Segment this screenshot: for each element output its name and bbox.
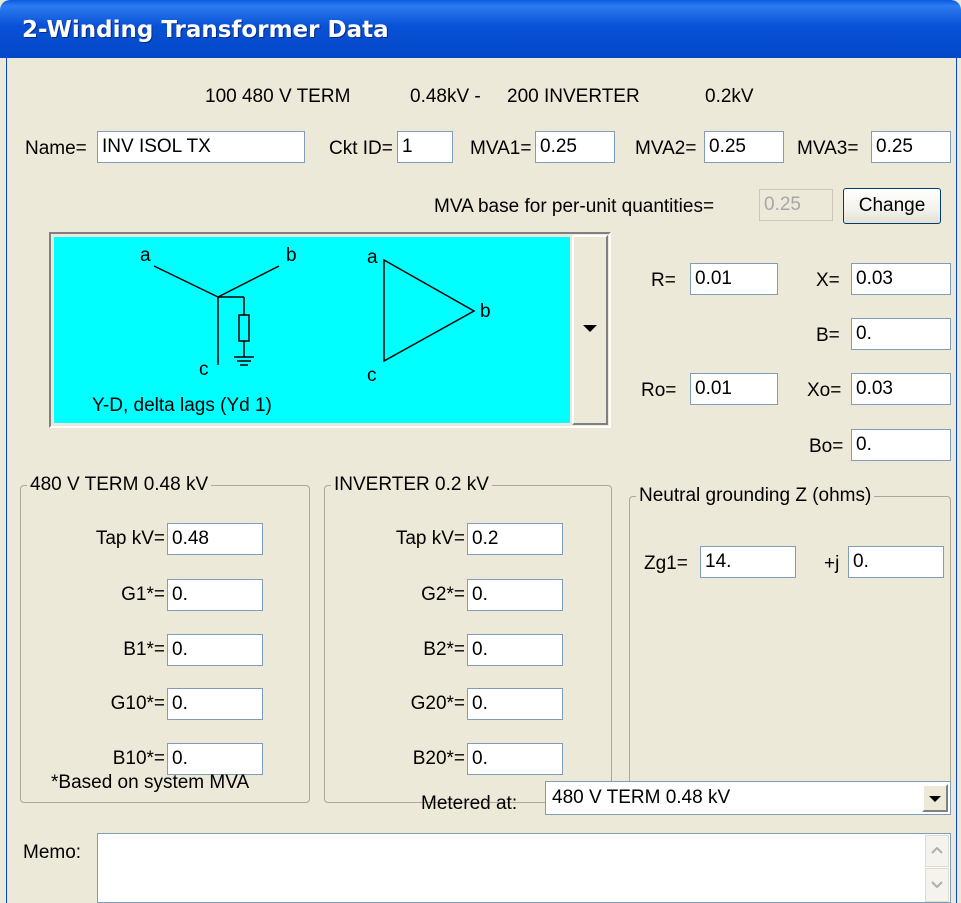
tap-kv2-label: Tap kV= (395, 528, 465, 549)
g2-label: G2*= (421, 584, 465, 605)
dialog-client: 100 480 V TERM 0.48kV - 200 INVERTER 0.2… (6, 58, 957, 903)
winding2-title: INVERTER 0.2 kV (331, 474, 492, 496)
wye-label-a: a (140, 245, 151, 266)
g20-label: G20*= (410, 693, 465, 714)
change-button[interactable]: Change (843, 188, 941, 224)
b1-label: B1*= (123, 639, 165, 660)
name-label: Name= (25, 138, 87, 159)
mva3-label: MVA3= (797, 138, 859, 159)
memo-field[interactable] (97, 833, 951, 903)
delta-label-a: a (367, 247, 378, 268)
mva-base-label: MVA base for per-unit quantities= (434, 196, 715, 217)
winding1-group: 480 V TERM 0.48 kV Tap kV= 0.48 G1*= 0. … (20, 474, 310, 803)
b1-field[interactable]: 0. (167, 634, 263, 666)
dropdown-arrow-icon (583, 325, 597, 332)
x-field[interactable]: 0.03 (851, 263, 951, 295)
ckt-id-label: Ckt ID= (329, 138, 393, 159)
wye-label-b: b (286, 245, 297, 266)
g2-field[interactable]: 0. (467, 579, 563, 611)
wye-label-c: c (199, 359, 209, 380)
bo-label: Bo= (809, 436, 844, 457)
g10-label: G10*= (110, 693, 165, 714)
tap-kv1-label: Tap kV= (95, 528, 165, 549)
b10-label: B10*= (112, 748, 165, 769)
to-kv-label: 0.2kV (705, 86, 754, 107)
to-bus-label: 200 INVERTER (507, 86, 640, 107)
r-label: R= (651, 270, 676, 291)
winding1-title: 480 V TERM 0.48 kV (27, 474, 212, 496)
b2-field[interactable]: 0. (467, 634, 563, 666)
from-bus-label: 100 480 V TERM (205, 86, 351, 107)
zg1-real-field[interactable]: 14. (700, 546, 796, 578)
dropdown-arrow-icon (929, 796, 941, 802)
chevron-down-icon (931, 881, 943, 888)
mva2-label: MVA2= (635, 138, 697, 159)
metered-at-select[interactable]: 480 V TERM 0.48 kV (545, 781, 951, 815)
b2-label: B2*= (423, 639, 465, 660)
b-field[interactable]: 0. (851, 318, 951, 350)
g20-field[interactable]: 0. (467, 688, 563, 720)
neutral-grounding-group: Neutral grounding Z (ohms) Zg1= 14. +j 0… (629, 485, 951, 803)
mva2-field[interactable]: 0.25 (704, 131, 784, 163)
zg1-label: Zg1= (644, 553, 688, 574)
ro-label: Ro= (641, 380, 677, 401)
g1-label: G1*= (121, 584, 165, 605)
title-bar[interactable]: 2-Winding Transformer Data (0, 0, 961, 58)
connection-dropdown-button[interactable] (572, 235, 608, 425)
ro-field[interactable]: 0.01 (690, 373, 778, 405)
winding2-group: INVERTER 0.2 kV Tap kV= 0.2 G2*= 0. B2*=… (324, 474, 612, 803)
memo-scroll-down-button[interactable] (925, 868, 949, 902)
window-title: 2-Winding Transformer Data (22, 17, 389, 43)
system-mva-note: *Based on system MVA (51, 772, 250, 793)
neutral-grounding-title: Neutral grounding Z (ohms) (636, 485, 875, 507)
name-field[interactable]: INV ISOL TX (97, 131, 305, 163)
delta-label-c: c (367, 365, 377, 386)
r-field[interactable]: 0.01 (690, 263, 778, 295)
connection-diagram: a b c a b c Y-D, delta lags (Yd 1) (54, 237, 570, 423)
mva-base-field: 0.25 (759, 189, 833, 221)
memo-label: Memo: (23, 842, 82, 863)
ckt-id-field[interactable]: 1 (397, 131, 453, 163)
b-label: B= (816, 325, 840, 346)
plus-j-label: +j (824, 553, 840, 574)
x-label: X= (816, 270, 840, 291)
delta-label-b: b (480, 301, 491, 322)
g10-field[interactable]: 0. (167, 688, 263, 720)
zg1-imag-field[interactable]: 0. (848, 546, 944, 578)
memo-scroll-up-button[interactable] (925, 835, 949, 867)
metered-at-label: Metered at: (421, 793, 518, 814)
tap-kv1-field[interactable]: 0.48 (167, 523, 263, 555)
b20-field[interactable]: 0. (467, 743, 563, 775)
b20-label: B20*= (412, 748, 465, 769)
chevron-up-icon (931, 847, 943, 854)
b10-field[interactable]: 0. (167, 743, 263, 775)
mva1-label: MVA1= (470, 138, 532, 159)
metered-at-dropdown-button[interactable] (922, 784, 948, 812)
bo-field[interactable]: 0. (851, 429, 951, 461)
diagram-caption: Y-D, delta lags (Yd 1) (92, 395, 272, 416)
mva1-field[interactable]: 0.25 (535, 131, 615, 163)
xo-field[interactable]: 0.03 (851, 373, 951, 405)
tap-kv2-field[interactable]: 0.2 (467, 523, 563, 555)
metered-at-value: 480 V TERM 0.48 kV (552, 787, 731, 808)
connection-diagram-box[interactable]: a b c a b c Y-D, delta lags (Yd 1) (49, 232, 611, 428)
from-kv-label: 0.48kV - (410, 86, 481, 107)
g1-field[interactable]: 0. (167, 579, 263, 611)
mva3-field[interactable]: 0.25 (871, 131, 951, 163)
xo-label: Xo= (807, 380, 842, 401)
